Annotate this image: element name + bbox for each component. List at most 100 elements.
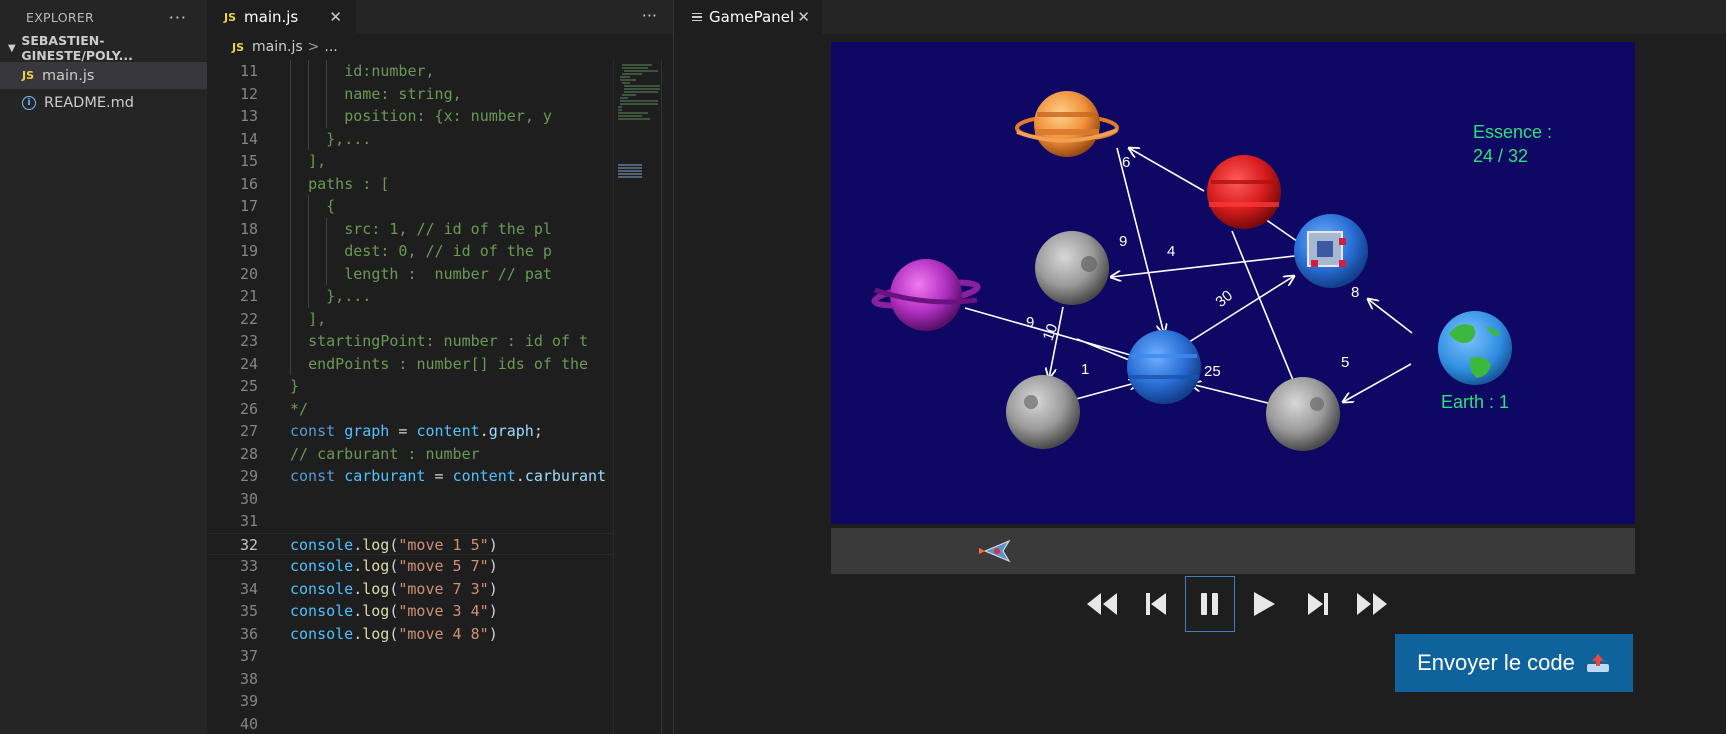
code-line[interactable]: 33 console.log("move 5 7")	[208, 555, 613, 578]
code-line[interactable]: 39	[208, 690, 613, 713]
code-text: const carburant = content.carburant	[290, 465, 606, 488]
planet-gray-3[interactable]	[1266, 377, 1340, 451]
minimap-line	[620, 79, 636, 81]
code-line[interactable]: 14},...	[208, 127, 613, 150]
code-line[interactable]: 26 */	[208, 398, 613, 421]
code-token: startingPoint: number : id of t	[308, 332, 589, 350]
code-line[interactable]: 28 // carburant : number	[208, 443, 613, 466]
fast-forward-icon	[1357, 593, 1387, 615]
code-line[interactable]: 31	[208, 510, 613, 533]
explorer-more-button[interactable]: ···	[169, 8, 187, 27]
code-line[interactable]: 34 console.log("move 7 3")	[208, 578, 613, 601]
minimap[interactable]	[613, 60, 661, 734]
code-line[interactable]: 21},...	[208, 285, 613, 308]
breadcrumb-symbol[interactable]: ...	[324, 39, 337, 55]
editor-more-button[interactable]: ···	[642, 6, 657, 25]
code-token: console	[290, 579, 354, 598]
tab-main-js[interactable]: JS main.js ✕	[208, 0, 356, 34]
indent-guide	[326, 262, 328, 285]
line-number: 36	[239, 624, 258, 643]
code-line[interactable]: 24 endPoints : number[] ids of the	[208, 352, 613, 375]
code-token: graph	[488, 422, 534, 440]
planet-orange-ringed[interactable]	[1015, 91, 1119, 157]
breadcrumb-file[interactable]: main.js	[252, 39, 303, 55]
fast-forward-button[interactable]	[1347, 576, 1397, 632]
planet-earth[interactable]	[1438, 311, 1512, 385]
editor-scrollbar[interactable]	[661, 60, 673, 734]
breadcrumb: JS main.js > ...	[208, 34, 673, 60]
code-area[interactable]: 11 id:number, 12 name: string, 13 position: {…	[208, 60, 613, 734]
workspace-folder[interactable]: ▼ SEBASTIEN-GINESTE/POLY...	[0, 33, 207, 63]
planet-gray-2[interactable]	[1006, 375, 1080, 449]
code-line[interactable]: 36 console.log("move 4 8")	[208, 623, 613, 646]
pause-button[interactable]	[1185, 576, 1235, 632]
tab-gamepanel[interactable]: GamePanel ✕	[674, 0, 822, 34]
js-file-icon: JS	[232, 40, 245, 54]
code-line[interactable]: 27 const graph = content.graph;	[208, 420, 613, 443]
code-token: // carburant : number	[290, 444, 480, 463]
code-token: const	[290, 422, 345, 440]
code-line[interactable]: 38	[208, 668, 613, 691]
step-forward-button[interactable]	[1293, 576, 1343, 632]
planet-gray-1[interactable]	[1035, 231, 1109, 305]
close-icon[interactable]: ✕	[329, 8, 342, 26]
planet-purple-ringed[interactable]	[871, 259, 981, 331]
breadcrumb-separator: >	[307, 39, 320, 55]
step-backward-button[interactable]	[1131, 576, 1181, 632]
file-item-main-js[interactable]: JS main.js	[0, 62, 207, 89]
line-number: 26	[239, 399, 258, 418]
code-line[interactable]: 13 position: {x: number, y	[208, 105, 613, 128]
code-text: },...	[326, 285, 371, 308]
step-forward-icon	[1308, 593, 1328, 615]
send-code-label: Envoyer le code	[1417, 650, 1575, 675]
indent-guide	[290, 285, 291, 308]
minimap-line	[624, 85, 660, 87]
indent-guide	[290, 105, 291, 128]
code-line[interactable]: 29 const carburant = content.carburant	[208, 465, 613, 488]
code-token: length : number // pat	[344, 264, 552, 283]
code-line[interactable]: 30	[208, 488, 613, 511]
game-canvas[interactable]: 6 5 4 9 8 9 10 30 1 25 5	[831, 42, 1635, 524]
code-line[interactable]: 16 paths : [	[208, 172, 613, 195]
code-text: {	[326, 195, 335, 218]
minimap-line	[622, 82, 630, 84]
planet-blue-center[interactable]	[1127, 330, 1201, 404]
explorer-header: EXPLORER ···	[0, 0, 207, 34]
code-token: carburant	[524, 467, 607, 485]
code-token: .	[353, 602, 363, 620]
code-line[interactable]: 22],	[208, 307, 613, 330]
code-text: ],	[308, 150, 326, 173]
file-item-readme[interactable]: i README.md	[0, 89, 207, 116]
edge-label: 9	[1119, 233, 1127, 250]
line-number: 22	[239, 309, 258, 328]
code-line[interactable]: 17 {	[208, 195, 613, 218]
code-line[interactable]: 35 console.log("move 3 4")	[208, 600, 613, 623]
code-line[interactable]: 32 console.log("move 1 5")	[208, 532, 613, 555]
code-line[interactable]: 40	[208, 713, 613, 734]
planet-red[interactable]	[1207, 155, 1281, 229]
code-token: carburant	[344, 467, 426, 485]
minimap-line	[618, 115, 642, 117]
code-line[interactable]: 12 name: string,	[208, 82, 613, 105]
planet-space-station[interactable]	[1294, 214, 1368, 288]
code-line[interactable]: 18 src: 1, // id of the pl	[208, 217, 613, 240]
indent-guide	[326, 105, 328, 128]
close-icon[interactable]: ✕	[797, 8, 810, 26]
code-line[interactable]: 19 dest: 0, // id of the p	[208, 240, 613, 263]
code-line[interactable]: 20 length : number // pat	[208, 262, 613, 285]
send-code-button[interactable]: Envoyer le code	[1395, 634, 1633, 692]
code-line[interactable]: 23 startingPoint: number : id of t	[208, 330, 613, 353]
indent-guide	[308, 240, 310, 263]
code-token: =	[425, 467, 453, 485]
timeline-bar[interactable]	[831, 528, 1635, 574]
fast-backward-button[interactable]	[1077, 576, 1127, 632]
play-button[interactable]	[1239, 576, 1289, 632]
code-line[interactable]: 15],	[208, 150, 613, 173]
code-line[interactable]: 37	[208, 645, 613, 668]
indent-guide	[308, 262, 310, 285]
edge-label: 8	[1351, 284, 1359, 301]
code-line[interactable]: 25}	[208, 375, 613, 398]
code-line[interactable]: 11 id:number,	[208, 60, 613, 83]
indent-guide	[290, 240, 291, 263]
code-text: startingPoint: number : id of t	[308, 330, 588, 353]
